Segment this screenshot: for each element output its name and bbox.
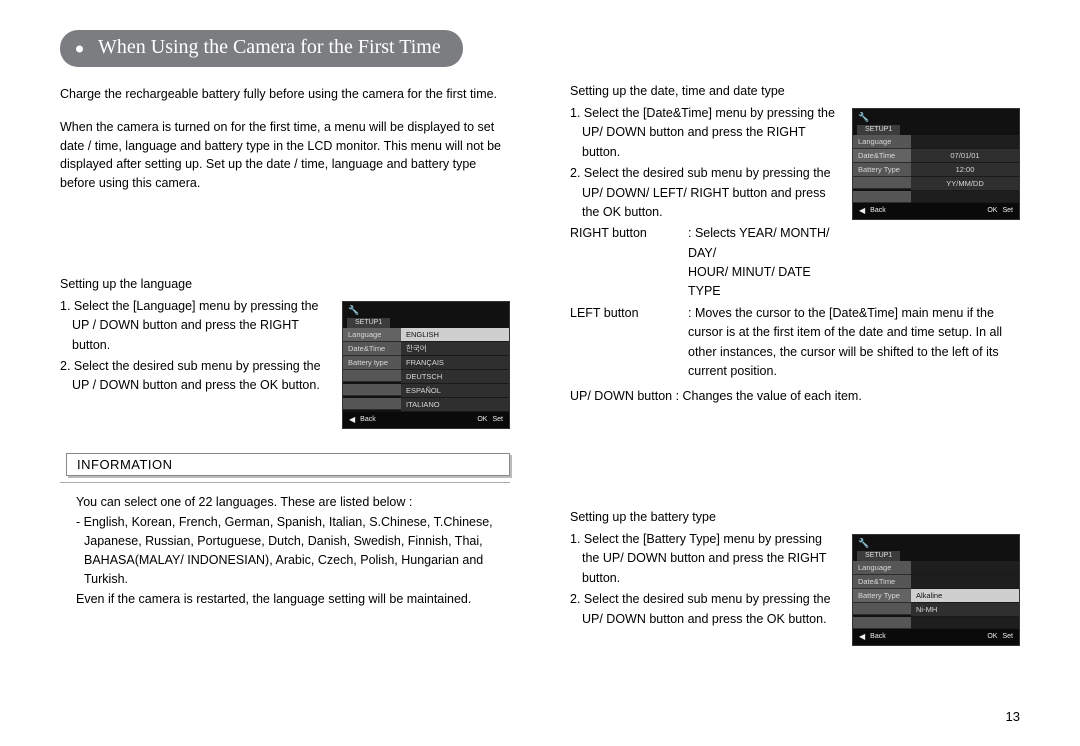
lcd-tab: SETUP1: [347, 318, 390, 328]
lcd-left-item: Language: [853, 561, 911, 575]
lcd-left-item: Battery type: [343, 356, 401, 370]
page-title: When Using the Camera for the First Time: [60, 30, 463, 67]
lcd-ok: OK: [987, 207, 997, 215]
info-line-3: Even if the camera is restarted, the lan…: [76, 590, 510, 609]
lang-step-2: 2. Select the desired sub menu by pressi…: [60, 357, 328, 396]
lcd-right-item: 07/01/01: [911, 149, 1019, 163]
lcd-right-item: 한국어: [401, 342, 509, 356]
lcd-right-item: FRANÇAIS: [401, 356, 509, 370]
info-line-2: - English, Korean, French, German, Spani…: [76, 513, 510, 588]
left-button-label: LEFT button: [570, 304, 688, 382]
back-arrow-icon: ◀: [859, 632, 865, 642]
lcd-left-item: Language: [853, 135, 911, 149]
page-number: 13: [1006, 709, 1020, 724]
lcd-tab: SETUP1: [857, 125, 900, 135]
lcd-right-item: Ni-MH: [911, 603, 1019, 617]
lang-heading: Setting up the language: [60, 277, 510, 291]
lcd-left-item: Date&Time: [853, 149, 911, 163]
right-button-desc-2: HOUR/ MINUT/ DATE TYPE: [570, 263, 838, 302]
back-arrow-icon: ◀: [859, 206, 865, 216]
lcd-right-item: DEUTSCH: [401, 370, 509, 384]
lcd-back: Back: [870, 207, 886, 215]
dt-step-1: 1. Select the [Date&Time] menu by pressi…: [570, 104, 838, 162]
updown-desc: UP/ DOWN button : Changes the value of e…: [570, 387, 1020, 406]
lcd-left-item: Language: [343, 328, 401, 342]
intro-paragraph-1: Charge the rechargeable battery fully be…: [60, 85, 510, 104]
lang-step-1: 1. Select the [Language] menu by pressin…: [60, 297, 328, 355]
info-line-1: You can select one of 22 languages. Thes…: [76, 493, 510, 512]
lcd-battery: 🔧 SETUP1 Language Date&Time Battery Type…: [852, 534, 1020, 646]
bat-step-1: 1. Select the [Battery Type] menu by pre…: [570, 530, 838, 588]
divider: [60, 482, 510, 483]
lcd-language: 🔧 SETUP1 LanguageENGLISH Date&Time한국어 Ba…: [342, 301, 510, 429]
lcd-right-item: 12:00: [911, 163, 1019, 177]
info-body: You can select one of 22 languages. Thes…: [60, 493, 510, 612]
lcd-datetime: 🔧 SETUP1 Language Date&Time07/01/01 Batt…: [852, 108, 1020, 220]
dt-step-2: 2. Select the desired sub menu by pressi…: [570, 164, 838, 222]
bat-step-2: 2. Select the desired sub menu by pressi…: [570, 590, 838, 629]
lcd-right-item: ITALIANO: [401, 398, 509, 412]
lcd-back: Back: [360, 416, 376, 424]
wrench-icon: 🔧: [853, 109, 1019, 123]
right-button-label: RIGHT button: [570, 224, 688, 263]
lcd-ok: OK: [477, 416, 487, 424]
info-heading: INFORMATION: [66, 453, 510, 476]
lcd-left-item: Battery Type: [853, 163, 911, 177]
lcd-right-item: ENGLISH: [401, 328, 509, 342]
lcd-set: Set: [1002, 207, 1013, 215]
wrench-icon: 🔧: [853, 535, 1019, 549]
datetime-heading: Setting up the date, time and date type: [570, 84, 1020, 98]
lcd-set: Set: [492, 416, 503, 424]
wrench-icon: 🔧: [343, 302, 509, 316]
intro-paragraph-2: When the camera is turned on for the fir…: [60, 118, 510, 193]
lcd-set: Set: [1002, 633, 1013, 641]
left-button-desc: : Moves the cursor to the [Date&Time] ma…: [688, 304, 1020, 382]
back-arrow-icon: ◀: [349, 415, 355, 425]
lcd-ok: OK: [987, 633, 997, 641]
lcd-tab: SETUP1: [857, 551, 900, 561]
lcd-left-item: Date&Time: [343, 342, 401, 356]
lcd-back: Back: [870, 633, 886, 641]
lcd-left-item: Battery Type: [853, 589, 911, 603]
battery-heading: Setting up the battery type: [570, 510, 1020, 524]
lcd-right-item: ESPAÑOL: [401, 384, 509, 398]
right-button-desc: : Selects YEAR/ MONTH/ DAY/: [688, 224, 838, 263]
lcd-left-item: Date&Time: [853, 575, 911, 589]
lcd-right-item: YY/MM/DD: [911, 177, 1019, 191]
lcd-right-item: Alkaline: [911, 589, 1019, 603]
